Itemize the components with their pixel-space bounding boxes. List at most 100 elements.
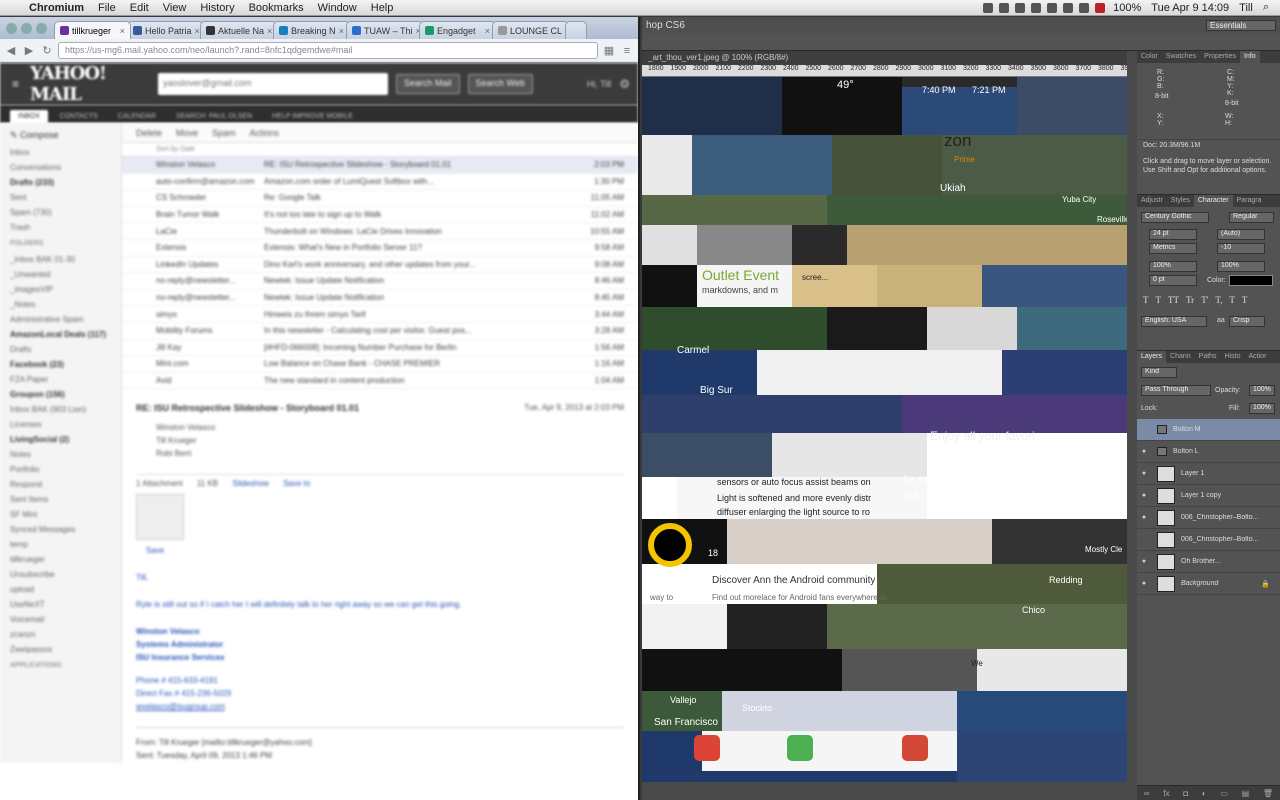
folder-item[interactable]: Spam (730): [0, 205, 121, 220]
clock-icon[interactable]: [1031, 2, 1042, 13]
folder-item[interactable]: Drafts (233): [0, 175, 121, 190]
folder-item[interactable]: Zweipassos: [0, 642, 121, 657]
mail-toolbar-spam[interactable]: Spam: [212, 128, 236, 138]
layer-row[interactable]: ● Layer 1: [1137, 463, 1280, 485]
browser-tab[interactable]: Engadget ×: [419, 21, 496, 39]
minimize-window-button[interactable]: [21, 23, 32, 34]
panel-tab[interactable]: Swatches: [1162, 51, 1200, 63]
folder-item[interactable]: Voicemail: [0, 612, 121, 627]
close-tab-icon[interactable]: ×: [485, 26, 490, 36]
browser-tab[interactable]: LOUNGE CL×: [492, 21, 569, 39]
browser-tab[interactable]: Hello Patria ×: [127, 21, 204, 39]
layer-row[interactable]: ● Background 🔒: [1137, 573, 1280, 595]
menu-bookmarks[interactable]: Bookmarks: [242, 2, 311, 14]
attachment-thumbnail[interactable]: [136, 494, 184, 541]
app-menu[interactable]: Chromium: [22, 2, 91, 14]
ymail-tab[interactable]: Search: Paul Olsen: [168, 110, 260, 123]
clock[interactable]: Tue Apr 9 14:09: [1146, 2, 1234, 14]
extension-icon[interactable]: ▦: [602, 44, 616, 57]
folder-item[interactable]: Unsubscribe: [0, 567, 121, 582]
panel-tab[interactable]: Properties: [1200, 51, 1240, 63]
bluetooth-icon[interactable]: [1015, 2, 1026, 13]
mail-toolbar-actions[interactable]: Actions: [250, 128, 280, 138]
message-row[interactable]: Brain Tumor Walk It's not too late to sig…: [122, 207, 638, 224]
layers-bottom-button[interactable]: ◐: [1202, 789, 1207, 798]
folder-item[interactable]: Notes: [0, 447, 121, 462]
panel-tab[interactable]: Paths: [1195, 351, 1221, 363]
message-row[interactable]: no-reply@newsletter... Newtek: Issue Upda…: [122, 273, 638, 290]
panel-tab[interactable]: Color: [1137, 51, 1162, 63]
browser-tab[interactable]: Breaking N ×: [273, 21, 350, 39]
ymail-tab[interactable]: Inbox: [10, 110, 48, 123]
type-style-button[interactable]: Tr: [1186, 295, 1194, 305]
slideshow-link[interactable]: Slideshow: [232, 479, 268, 488]
document-tab[interactable]: _art_thou_ver1.jpeg @ 100% (RGB/8#): [642, 51, 1127, 65]
message-row[interactable]: Mint.com Low Balance on Chase Bank - CHAS…: [122, 356, 638, 373]
close-tab-icon[interactable]: ×: [339, 26, 344, 36]
font-style-select[interactable]: Regular: [1229, 212, 1274, 223]
type-style-button[interactable]: T,: [1215, 295, 1222, 305]
eye-icon[interactable]: ●: [1137, 514, 1151, 521]
search-input[interactable]: yaoslover@gmail.com: [158, 73, 388, 95]
type-style-button[interactable]: T: [1229, 295, 1235, 305]
preview-cc[interactable]: Robi Berri: [136, 447, 624, 460]
spotlight-icon[interactable]: ⌕: [1258, 1, 1274, 14]
layers-bottom-button[interactable]: ◘: [1183, 789, 1188, 798]
layers-bottom-button[interactable]: ∞: [1144, 789, 1150, 798]
baseline-shift-input[interactable]: 0 pt: [1149, 275, 1197, 286]
language-select[interactable]: English: USA: [1141, 316, 1207, 327]
message-row[interactable]: simyo Hinweis zu Ihrem simyo Tarif 3:44 AM: [122, 306, 638, 323]
attachment-count[interactable]: 1 Attachment: [136, 479, 183, 488]
folder-item[interactable]: SF Mini: [0, 507, 121, 522]
folder-item[interactable]: temp: [0, 537, 121, 552]
flag-icon[interactable]: [1095, 2, 1106, 13]
eye-icon[interactable]: ●: [1137, 470, 1151, 477]
folder-item[interactable]: tillkrueger: [0, 552, 121, 567]
folder-item[interactable]: FZA Paper: [0, 372, 121, 387]
folder-item[interactable]: _Notes: [0, 297, 121, 312]
antialias-select[interactable]: Crisp: [1229, 316, 1265, 327]
panel-tab[interactable]: Histo: [1221, 351, 1245, 363]
panel-tab[interactable]: Info: [1240, 51, 1260, 63]
display-icon[interactable]: [1047, 2, 1058, 13]
ymail-tab[interactable]: Calendar: [110, 110, 164, 123]
gear-icon[interactable]: ⚙: [619, 77, 630, 91]
message-row[interactable]: LinkedIn Updates Dino Karl's work anniver…: [122, 257, 638, 274]
maps-icon[interactable]: [787, 735, 813, 761]
folder-item[interactable]: Drafts: [0, 342, 121, 357]
new-tab-button[interactable]: [565, 21, 587, 39]
kerning-select[interactable]: Metrics: [1149, 243, 1197, 254]
close-tab-icon[interactable]: ×: [195, 26, 200, 36]
panel-tab[interactable]: Actior: [1245, 351, 1271, 363]
fill-input[interactable]: 100%: [1249, 403, 1275, 414]
document-canvas[interactable]: 49° 7:40 PM 7:21 PM zon Prime Ukiah Yuba City R…: [642, 77, 1127, 782]
message-row[interactable]: Mobility Forums In this newsletter - Calc…: [122, 323, 638, 340]
folder-item[interactable]: upload: [0, 582, 121, 597]
menu-help[interactable]: Help: [364, 2, 401, 14]
blend-mode-select[interactable]: Pass Through: [1141, 385, 1211, 396]
folder-item[interactable]: Facebook (23): [0, 357, 121, 372]
mail-toolbar-delete[interactable]: Delete: [136, 128, 162, 138]
browser-tab[interactable]: TUAW – Thi×: [346, 21, 423, 39]
folder-item[interactable]: Trash: [0, 220, 121, 235]
layer-row[interactable]: 006_Christopher–Bolto...: [1137, 529, 1280, 551]
folder-item[interactable]: LivingSocial (2): [0, 432, 121, 447]
dropbox-icon[interactable]: [983, 2, 994, 13]
folder-item[interactable]: AmazonLocal Deals (117): [0, 327, 121, 342]
preview-to[interactable]: Till Krueger: [136, 434, 624, 447]
ymail-tab[interactable]: Contacts: [52, 110, 106, 123]
menu-history[interactable]: History: [193, 2, 241, 14]
save-to-link[interactable]: Save to: [283, 479, 310, 488]
back-icon[interactable]: ◀: [4, 44, 18, 57]
eye-icon[interactable]: ●: [1137, 580, 1151, 587]
panel-tab[interactable]: Chann: [1166, 351, 1195, 363]
layer-filter-select[interactable]: Kind: [1141, 367, 1177, 378]
folder-item[interactable]: Sent Items: [0, 492, 121, 507]
leading-select[interactable]: (Auto): [1217, 229, 1265, 240]
tracking-select[interactable]: -10: [1217, 243, 1265, 254]
menu-view[interactable]: View: [156, 2, 194, 14]
layers-bottom-button[interactable]: 🗑: [1263, 789, 1273, 798]
folder-item[interactable]: _Unwanted: [0, 267, 121, 282]
panel-tab[interactable]: Styles: [1167, 195, 1194, 207]
message-row[interactable]: LaCie Thunderbolt on Windows: LaCie Drive…: [122, 223, 638, 240]
